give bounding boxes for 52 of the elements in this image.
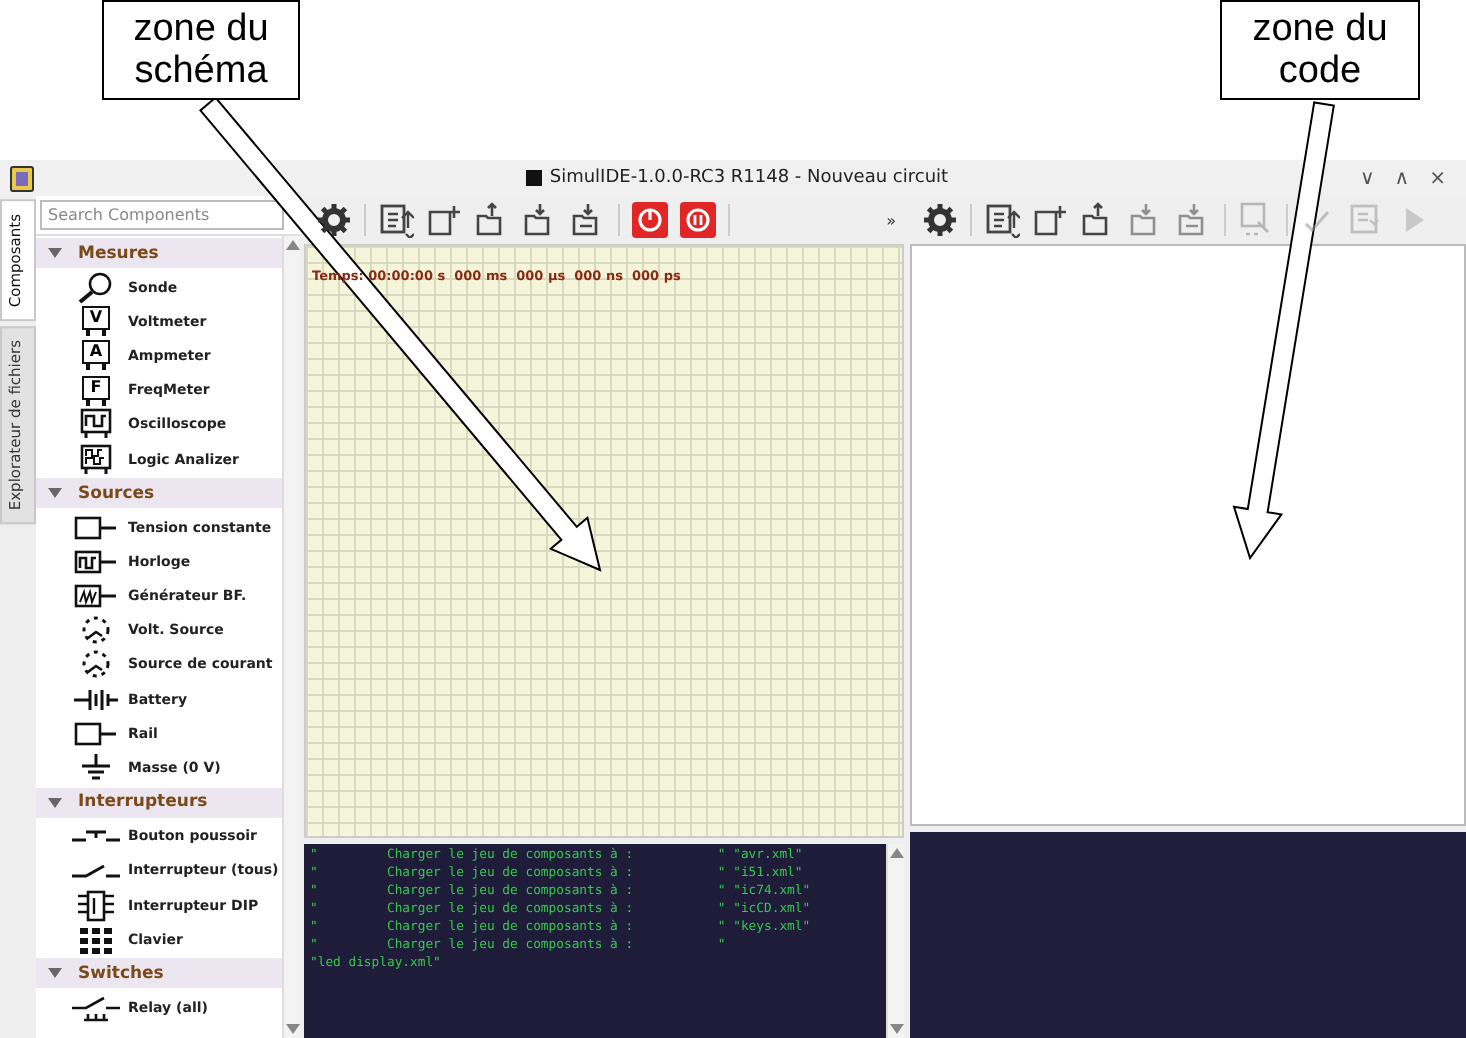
category-header[interactable]: Mesures	[36, 238, 282, 268]
new-file-icon[interactable]	[428, 204, 462, 236]
keypad-icon	[78, 925, 114, 954]
ground-icon	[76, 752, 116, 785]
scroll-up-icon[interactable]	[889, 848, 903, 858]
oscilloscope-icon	[78, 408, 114, 441]
signal-generator-icon	[72, 582, 120, 611]
ammeter-icon: A	[82, 340, 110, 371]
scroll-up-icon[interactable]	[285, 240, 299, 250]
category-header[interactable]: Interrupteurs	[36, 787, 282, 818]
document-icon	[525, 170, 542, 186]
search-field[interactable]: Search Components	[40, 200, 284, 230]
new-file-icon[interactable]	[1034, 204, 1068, 236]
save-file-icon[interactable]	[524, 202, 550, 236]
rail-icon	[72, 719, 120, 748]
more-button[interactable]: »	[886, 211, 896, 229]
settings-icon[interactable]	[316, 202, 352, 238]
save-as-icon[interactable]	[572, 202, 598, 236]
scroll-down-icon[interactable]	[285, 1024, 299, 1034]
document-menu-icon[interactable]	[380, 204, 414, 238]
battery-icon	[72, 685, 120, 714]
callout-label: zone du code	[1220, 0, 1420, 100]
scroll-down-icon[interactable]	[889, 1024, 903, 1034]
app-icon	[10, 165, 34, 191]
category-label: Interrupteurs	[78, 792, 208, 813]
check-icon[interactable]	[1304, 210, 1330, 233]
callout-label: zone du schéma	[102, 0, 300, 100]
open-file-icon[interactable]	[476, 202, 502, 236]
scrollbar[interactable]	[282, 236, 300, 1038]
dip-switch-icon	[76, 889, 116, 922]
probe-icon	[76, 271, 116, 304]
open-file-icon[interactable]	[1082, 202, 1108, 236]
category-label: Switches	[78, 963, 164, 984]
relay-icon	[70, 993, 122, 1022]
clock-icon	[72, 547, 120, 576]
dc-source-icon	[72, 513, 120, 542]
scrollbar[interactable]	[886, 844, 904, 1038]
power-button-icon[interactable]	[632, 202, 668, 238]
logic-analyzer-icon	[78, 443, 114, 476]
window-control[interactable]: ×	[1429, 167, 1446, 189]
category-label: Sources	[78, 483, 155, 504]
frequency-meter-icon: F	[82, 375, 110, 406]
window-control[interactable]: ∧	[1394, 167, 1410, 189]
window-control[interactable]: ∨	[1359, 167, 1375, 189]
category-header[interactable]: Sources	[36, 478, 282, 509]
category-label: Mesures	[78, 243, 159, 263]
category-header[interactable]: Switches	[36, 958, 282, 989]
voltmeter-icon: V	[82, 306, 110, 337]
pause-button-icon[interactable]	[680, 202, 716, 238]
document-menu-icon[interactable]	[986, 204, 1020, 238]
settings-icon[interactable]	[922, 202, 958, 238]
window-title: SimulIDE-1.0.0-RC3 R1148 - Nouveau circuit	[549, 168, 949, 188]
